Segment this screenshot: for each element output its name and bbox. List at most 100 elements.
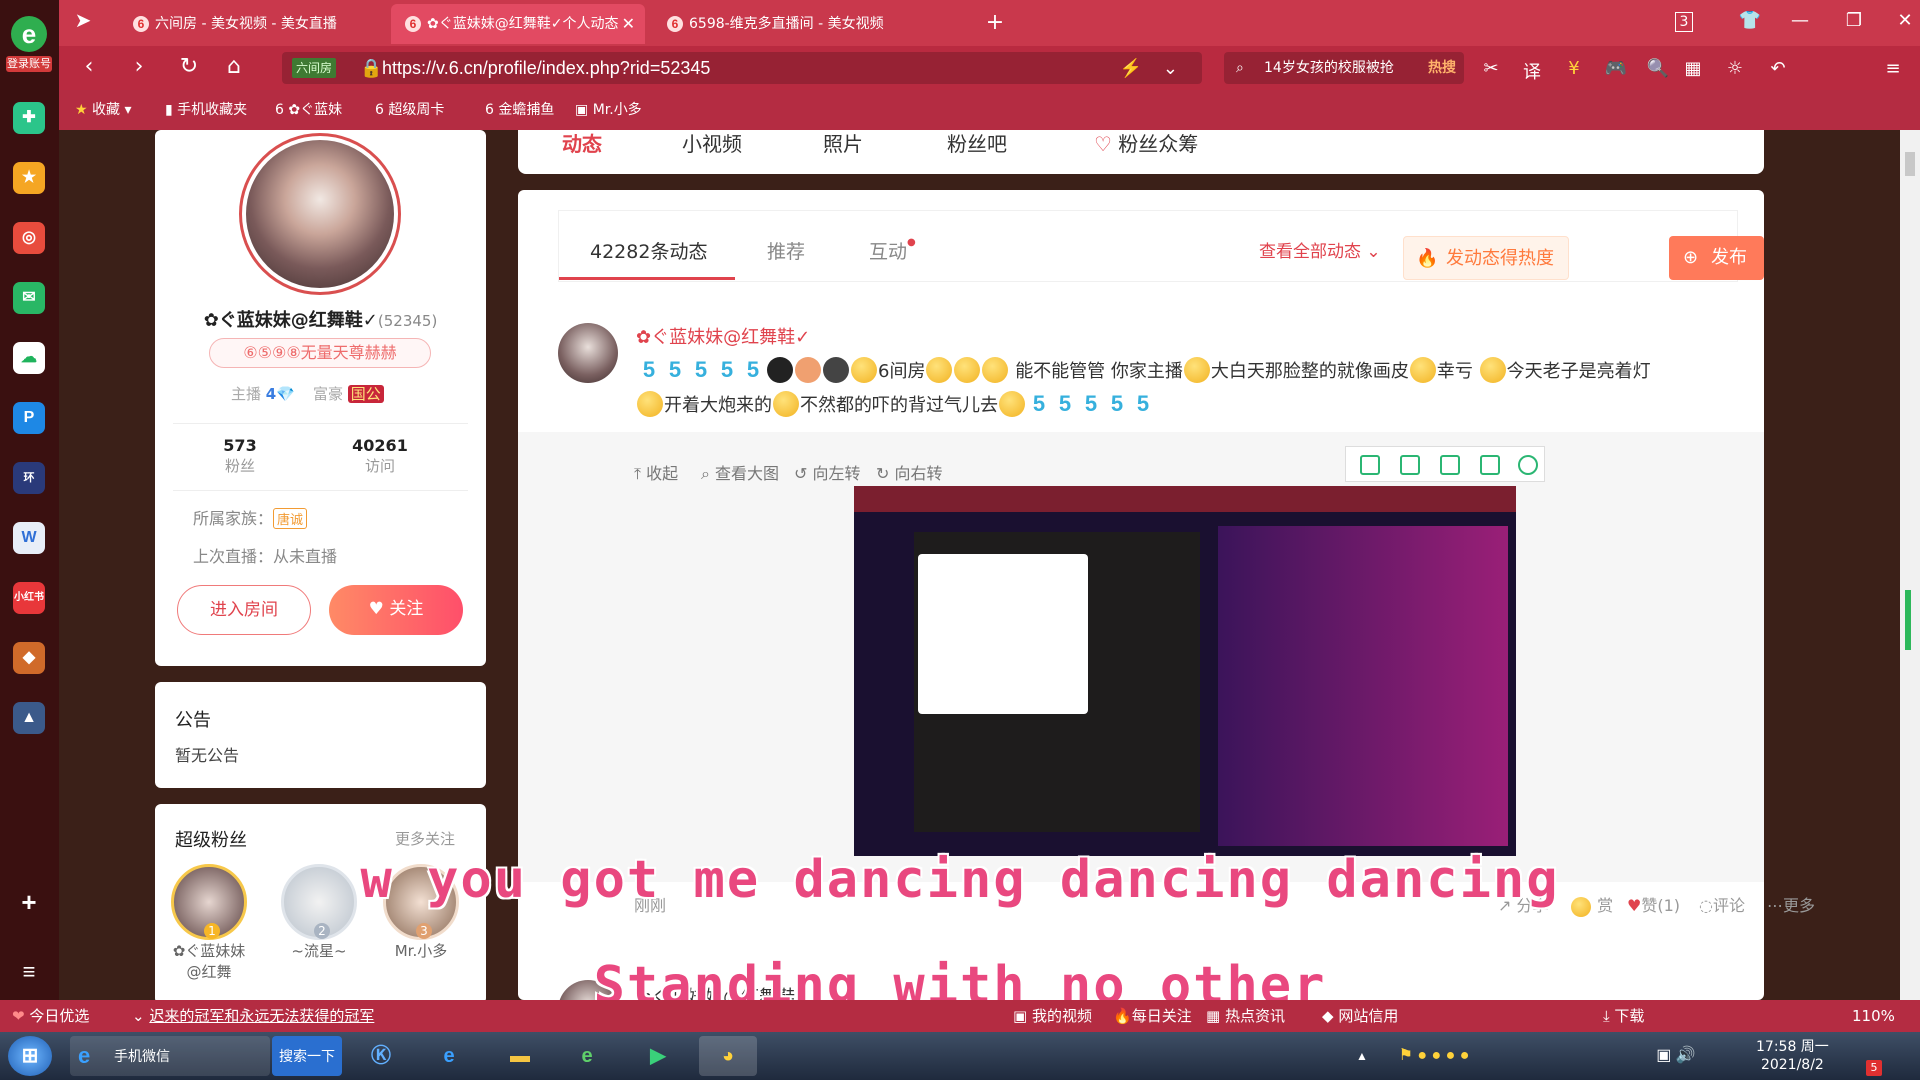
k-app-icon[interactable]: Ⓚ [352, 1036, 410, 1076]
tab-live-room[interactable]: 6 6598-维克多直播间 - 美女视频 [653, 4, 903, 44]
add-icon[interactable]: ✚ [13, 102, 45, 134]
post-screenshot-image[interactable] [854, 486, 1516, 856]
scrollbar-thumb[interactable] [1905, 152, 1915, 176]
family-tag[interactable]: 唐诚 [273, 508, 308, 529]
heat-button[interactable]: 🔥 发动态得热度 [1403, 236, 1569, 280]
start-button[interactable]: ⊞ [8, 1036, 52, 1076]
folder-icon[interactable]: ▬ [491, 1036, 549, 1076]
nav-short-video[interactable]: 小视频 [682, 130, 742, 158]
back-icon[interactable]: ‹ [74, 54, 104, 79]
view-large-button[interactable]: ⌕ 查看大图 [701, 460, 779, 484]
nav-photos[interactable]: 照片 [823, 130, 863, 158]
speed-icon[interactable]: ⚡ [1120, 52, 1142, 84]
telegram-icon[interactable]: ➤ [67, 8, 99, 32]
hot-search-label[interactable]: 热搜 [1428, 52, 1456, 84]
my-videos[interactable]: ▣ 我的视频 [1013, 1000, 1092, 1032]
rotate-right-button[interactable]: ↻ 向右转 [876, 460, 943, 484]
daily-picks[interactable]: ❤ 今日优选 [12, 1000, 89, 1032]
skin-icon[interactable]: 👕 [1734, 10, 1766, 31]
view-all-dropdown[interactable]: 查看全部动态 ⌄ [1259, 237, 1381, 262]
game3-icon[interactable]: ▲ [13, 702, 45, 734]
system-tray[interactable]: ▣ 🔊 [1646, 1036, 1706, 1076]
bookmark-fishing[interactable]: 6 金蟾捕鱼 [485, 90, 554, 130]
undo-icon[interactable]: ↶ [1766, 58, 1790, 79]
crop-icon[interactable] [1360, 455, 1380, 475]
downloads[interactable]: ⤓ 下载 [1603, 1000, 1644, 1032]
bookmark-favorites[interactable]: ★ 收藏 ▾ [75, 90, 132, 130]
collapse-button[interactable]: ⤒ 收起 [634, 460, 678, 484]
tray-icons[interactable]: ⚑ ● ● ● ● [1384, 1036, 1484, 1076]
avatar[interactable] [239, 133, 401, 295]
bookmark-mr-xiaoduo[interactable]: ▣ Mr.小多 [575, 90, 642, 130]
taskbar-wechat[interactable]: e 手机微信 [70, 1036, 270, 1076]
tab-liujianfang[interactable]: 6 六间房 - 美女视频 - 美女直播 [119, 4, 383, 44]
magnifier-icon[interactable]: 🔍 [1646, 58, 1670, 79]
close-tab-icon[interactable]: ✕ [622, 4, 635, 44]
forward-icon[interactable]: › [124, 54, 154, 79]
browser-taskbar-icon[interactable]: e [558, 1036, 616, 1076]
zoom-level[interactable]: 110% [1852, 1000, 1895, 1032]
doc-icon[interactable]: W [13, 522, 45, 554]
address-bar[interactable]: 六间房 🔒 https://v.6.cn/profile/index.php?r… [282, 52, 1202, 84]
player-icon[interactable]: ▶ [629, 1036, 687, 1076]
game-icon[interactable]: 环 [13, 462, 45, 494]
fullscreen-icon[interactable] [1400, 455, 1420, 475]
bookmark-weekly-card[interactable]: 6 超级周卡 [375, 90, 444, 130]
notification-badge[interactable]: 5 [1866, 1060, 1882, 1076]
share-icon[interactable] [1480, 455, 1500, 475]
home-icon[interactable]: ⌂ [219, 54, 249, 79]
browser-logo[interactable]: e 登录账号 [6, 16, 52, 72]
tab-profile[interactable]: 6 ✿ぐ蓝妹妹@红舞鞋✓个人动态 ✕ [391, 4, 645, 44]
site-credit[interactable]: ◆ 网站信用 [1322, 1000, 1398, 1032]
post-author[interactable]: ✿ぐ蓝妹妹@红舞鞋✓ [636, 323, 810, 349]
rotate-left-button[interactable]: ↺ 向左转 [794, 460, 861, 484]
clock[interactable]: 17:58 周一 2021/8/2 [1756, 1038, 1829, 1074]
restore-icon[interactable]: ❐ [1838, 10, 1870, 31]
close-window-icon[interactable]: ✕ [1889, 10, 1920, 31]
pay-icon[interactable]: P [13, 402, 45, 434]
search-input[interactable]: ⌕ 14岁女孩的校服被抢 热搜 [1224, 52, 1464, 84]
post-avatar[interactable] [558, 323, 618, 383]
hot-news[interactable]: ▦ 热点资讯 [1206, 1000, 1285, 1032]
refresh-icon[interactable]: ↻ [174, 54, 204, 79]
follow-button[interactable]: ♥ 关注 [329, 585, 463, 635]
new-tab-button[interactable]: + [979, 10, 1011, 35]
nav-feed[interactable]: 动态 [562, 130, 602, 158]
xiaohongshu-icon[interactable]: 小红书 [13, 582, 45, 614]
more-follows-link[interactable]: 更多关注 [395, 828, 455, 849]
gamepad-icon[interactable]: 🎮 [1604, 58, 1628, 79]
scissors-icon[interactable]: ✂ [1479, 58, 1503, 79]
login-account-label[interactable]: 登录账号 [6, 56, 52, 72]
weibo-icon[interactable]: ◎ [13, 222, 45, 254]
fans-stat[interactable]: 573 粉丝 [195, 436, 285, 476]
daily-follow[interactable]: 🔥每日关注 [1113, 1000, 1192, 1032]
translate-icon[interactable]: 译 [1520, 58, 1544, 84]
settings-icon[interactable] [1518, 455, 1538, 475]
taskbar-search-button[interactable]: 搜索一下 [272, 1036, 342, 1076]
brightness-icon[interactable]: ☼ [1723, 58, 1747, 79]
ie-taskbar-icon[interactable]: e [420, 1036, 478, 1076]
chevron-down-icon[interactable]: ⌄ [1163, 52, 1178, 84]
nav-fan-bar[interactable]: 粉丝吧 [947, 130, 1007, 158]
nav-crowdfunding[interactable]: ♡ 粉丝众筹 [1094, 130, 1198, 158]
enter-room-button[interactable]: 进入房间 [177, 585, 311, 635]
coupon-icon[interactable]: ¥ [1562, 58, 1586, 79]
mail-icon[interactable]: ✉ [13, 282, 45, 314]
apps-grid-icon[interactable]: ▦ [1681, 58, 1705, 79]
cloud-icon[interactable]: ☁ [13, 342, 45, 374]
tray-up-icon[interactable]: ▲ [1352, 1036, 1372, 1076]
game2-icon[interactable]: ◆ [13, 642, 45, 674]
save-icon[interactable] [1440, 455, 1460, 475]
tab-all-posts[interactable]: 42282条动态 [590, 237, 707, 264]
publish-button[interactable]: ⊕ 发布动态 [1669, 236, 1764, 312]
minimize-icon[interactable]: — [1784, 10, 1816, 31]
tab-interaction[interactable]: 互动● [869, 237, 916, 264]
tab-count[interactable]: 3 [1675, 12, 1693, 32]
bookmark-mobile[interactable]: ▮ 手机收藏夹 [165, 90, 247, 130]
star-icon[interactable]: ★ [13, 162, 45, 194]
hamburger-icon[interactable]: ≡ [1881, 58, 1905, 79]
bookmark-profile[interactable]: 6 ✿ぐ蓝妹 [275, 90, 342, 130]
tab-recommend[interactable]: 推荐 [767, 237, 805, 264]
news-ticker[interactable]: ⌄ 迟来的冠军和永远无法获得的冠军 [132, 1000, 374, 1032]
qq-icon[interactable]: ◕ [699, 1036, 757, 1076]
